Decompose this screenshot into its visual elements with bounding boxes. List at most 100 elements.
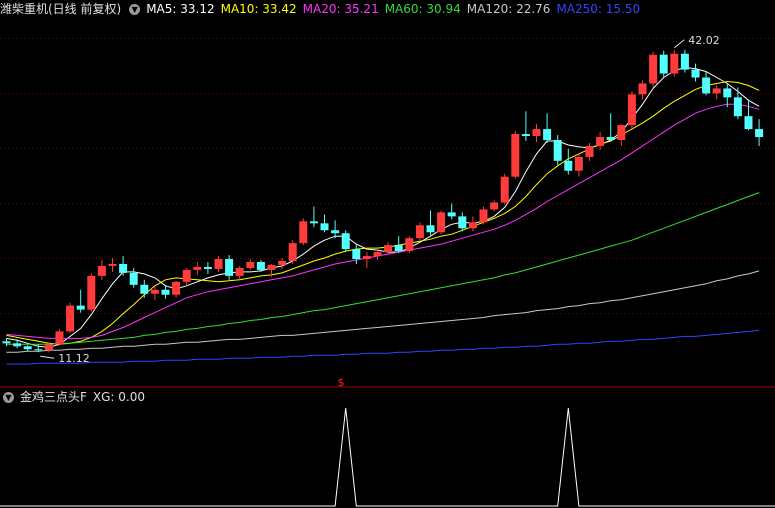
candle-body [172,281,181,295]
candle-body [585,145,594,157]
candle-body [415,225,424,239]
indicator-title: 金鸡三点头F [20,390,87,404]
candle [585,142,594,161]
candle [140,279,149,298]
candle-body [13,343,22,347]
candle-body [87,275,96,310]
candle-body [278,261,287,265]
ma-indicator-3: MA60: 30.94 [384,2,461,16]
xg-value: XG: 0.00 [92,390,146,404]
candle-body [553,140,562,161]
candle-body [680,53,689,70]
chevron-down-icon[interactable]: ▼ [129,3,141,15]
candle-body [521,134,530,137]
candle [617,124,626,146]
candle [733,87,742,120]
high-price-pointer [673,39,685,49]
candle-body [426,225,435,233]
candle-body [405,238,414,252]
candle-body [44,344,53,351]
candle [309,206,318,228]
candle [66,302,75,334]
candle-body [182,269,191,282]
candle-body [235,267,244,276]
candle-body [659,54,668,74]
ma-indicator-list: MA5: 33.12 MA10: 33.42 MA20: 35.21 MA60: 30… [146,2,646,16]
candle [341,230,350,253]
candle-body [362,256,371,260]
main-chart-header: 潍柴重机(日线 前复权) ▼ MA5: 33.12 MA10: 33.42 MA20: … [0,0,646,18]
candle-body [341,233,350,250]
candle-body [712,88,721,94]
ma250-line [6,329,760,365]
candle-body [574,156,583,171]
candle-body [256,261,265,270]
candle [659,50,668,78]
candle [521,111,530,141]
candle-body [500,176,509,203]
candle [468,216,477,232]
candle [649,51,658,88]
candle-body [246,261,255,268]
candle [490,200,499,212]
candle-body [203,266,212,269]
candle-body [458,216,467,229]
candle [415,222,424,241]
candle-body [299,221,308,244]
candle-body [373,252,382,257]
candle [172,280,181,298]
stock-title: 潍柴重机(日线 前复权) [0,2,122,16]
candle-body [129,272,138,285]
candle-body [34,349,43,351]
candle [437,210,446,235]
ma5-line [6,67,760,348]
candle-body [733,97,742,117]
candle [691,63,700,82]
candle-body [617,125,626,141]
kline-chart[interactable]: 42.02 11.12 $ [0,0,775,508]
candle [574,153,583,177]
candle-body [108,263,117,266]
candle [76,289,85,313]
candle-body [755,129,764,138]
candle [225,255,234,280]
chevron-down-icon[interactable]: ▼ [3,391,14,403]
candle [23,345,32,352]
candle-body [97,265,106,276]
candle-body [288,243,297,262]
candle [246,259,255,270]
ma-indicator-4: MA120: 22.76 [466,2,551,16]
candle-body [214,259,223,269]
candle-body [744,116,753,130]
candle [553,135,562,165]
candle [511,131,520,179]
candle-body [596,137,605,146]
candle [2,338,11,347]
candle-body [55,331,64,345]
candle [564,148,573,175]
candle-body [161,289,170,295]
candle-body [638,83,647,95]
candle [712,85,721,100]
candle [97,260,106,280]
candle-body [384,245,393,253]
grid-lines [0,38,775,314]
candle-body [490,202,499,210]
candle [87,272,96,312]
candle [331,220,340,239]
candle-body [119,263,128,273]
candle-body [723,88,732,98]
low-price-label: 11.12 [58,352,90,365]
low-price-pointer [40,355,55,359]
candle [755,119,764,146]
ma-indicator-2: MA20: 35.21 [302,2,379,16]
ma20-line [6,103,760,339]
candle [182,267,191,286]
candle [203,261,212,274]
candle [744,99,753,131]
candle [288,240,297,264]
candle-body [394,245,403,252]
candle [320,214,329,233]
candle-body [352,249,361,260]
candle [405,236,414,254]
